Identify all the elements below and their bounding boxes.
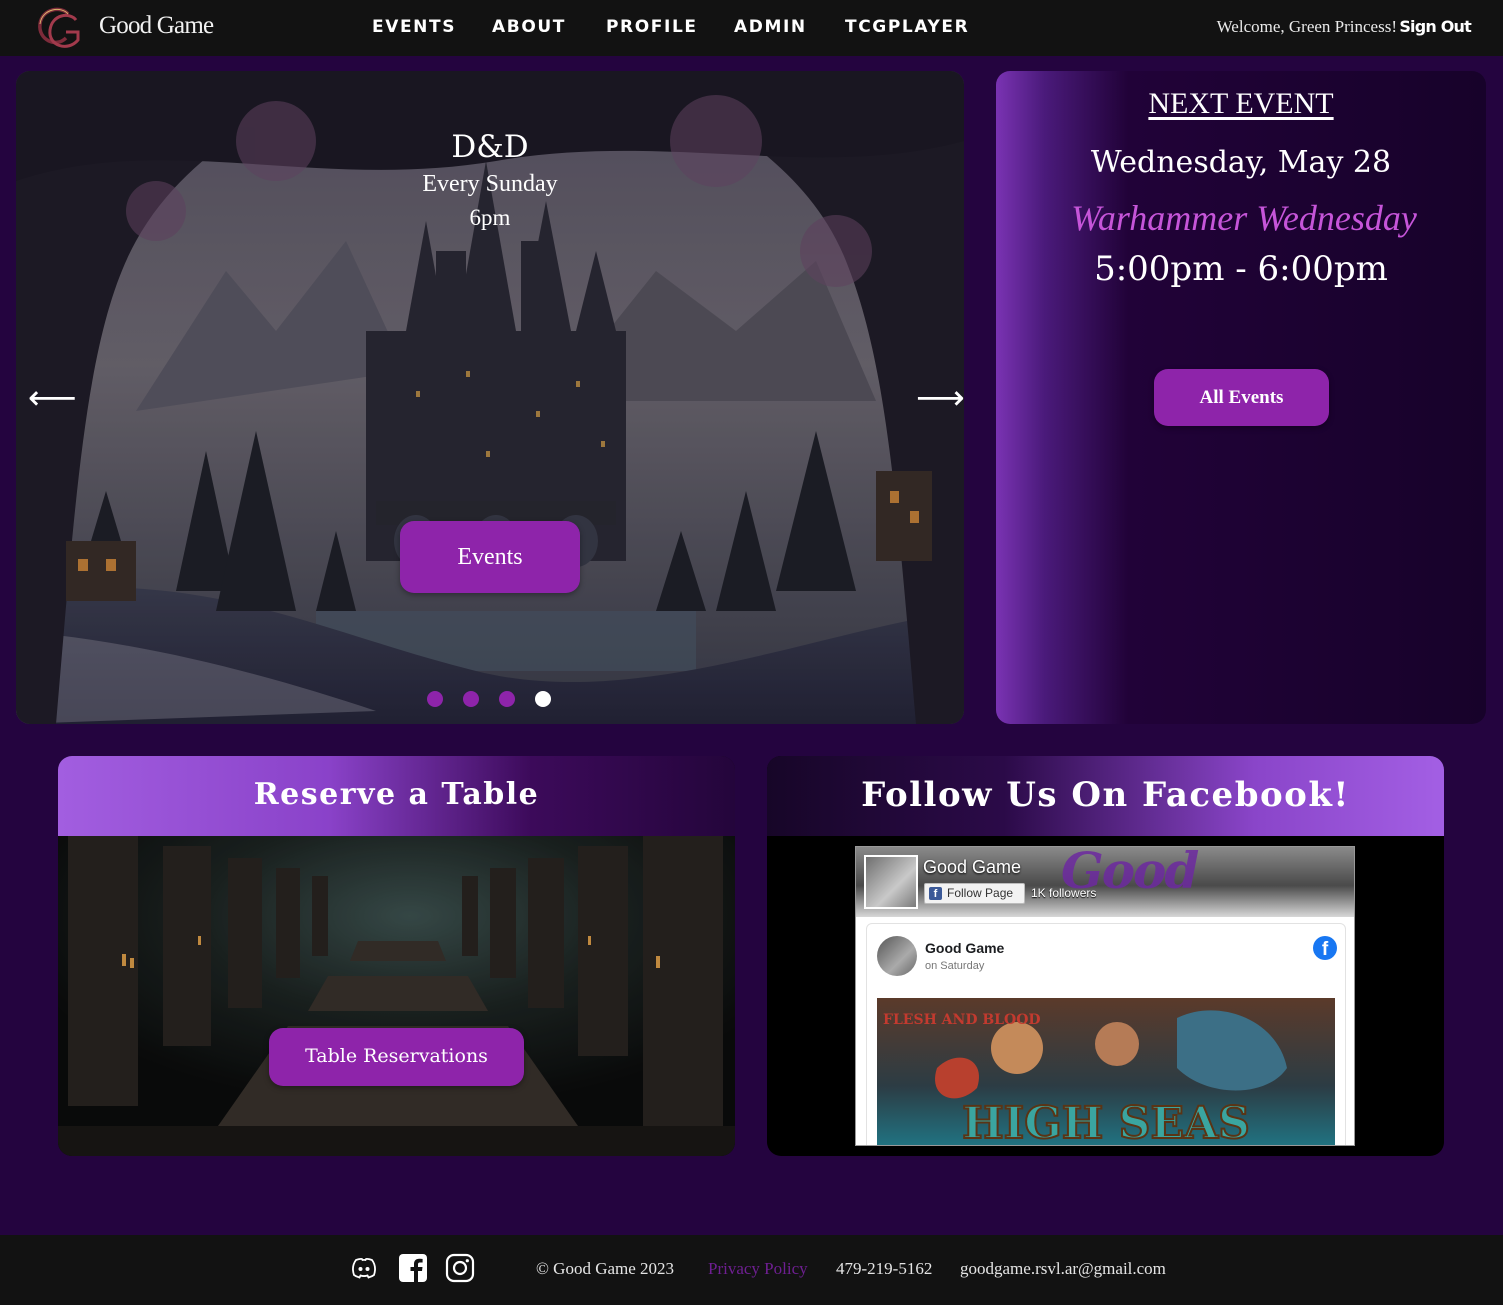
facebook-page-widget[interactable]: Good Good Game f Follow Page 1K follower… <box>855 846 1355 1146</box>
facebook-icon[interactable] <box>398 1253 428 1283</box>
next-event-card: NEXT EVENT Wednesday, May 28 Warhammer W… <box>996 71 1486 724</box>
facebook-small-icon: f <box>929 887 942 900</box>
arrow-right-icon[interactable]: ⟶ <box>916 381 964 415</box>
dungeon-hall-image: Table Reservations <box>58 836 735 1156</box>
arrow-left-icon[interactable]: ⟵ <box>28 381 77 415</box>
followers-count: 1K followers <box>1031 886 1097 900</box>
follow-page-button[interactable]: f Follow Page <box>924 883 1025 904</box>
follow-page-label: Follow Page <box>947 886 1014 900</box>
next-event-name: Warhammer Wednesday <box>1071 198 1417 238</box>
carousel-indicators <box>427 691 551 707</box>
facebook-card-title: Follow Us On Facebook! <box>767 756 1444 836</box>
facebook-card: Follow Us On Facebook! Good Good Game f … <box>767 756 1444 1156</box>
nav-link-tcgplayer[interactable]: TCGPLAYER <box>845 17 969 37</box>
facebook-post: Good Game on Saturday f FLESH AND BLOOD … <box>866 923 1346 1146</box>
carousel-dot-1[interactable] <box>427 691 443 707</box>
navbar: Good Game EVENTS ABOUT PROFILE ADMIN TCG… <box>0 0 1503 56</box>
instagram-icon[interactable] <box>445 1253 475 1283</box>
hero-carousel: D&D Every Sunday 6pm ⟵ ⟶ Events <box>16 71 964 724</box>
post-author[interactable]: Good Game <box>925 940 1004 956</box>
next-event-time: 5:00pm - 6:00pm <box>1094 249 1388 289</box>
events-button[interactable]: Events <box>400 521 580 593</box>
nav-link-about[interactable]: ABOUT <box>492 17 566 37</box>
discord-icon[interactable] <box>349 1253 379 1283</box>
privacy-policy-link[interactable]: Privacy Policy <box>708 1259 808 1279</box>
brand-name[interactable]: Good Game <box>99 12 214 40</box>
table-reservations-button[interactable]: Table Reservations <box>269 1028 524 1086</box>
castle-background-image <box>16 71 964 724</box>
carousel-dot-2[interactable] <box>463 691 479 707</box>
good-game-logo-icon[interactable] <box>34 4 82 52</box>
nav-link-profile[interactable]: PROFILE <box>606 17 698 37</box>
slide-title: D&D <box>451 129 529 165</box>
phone-number[interactable]: 479-219-5162 <box>836 1259 932 1279</box>
carousel-dot-3[interactable] <box>499 691 515 707</box>
welcome-message: Welcome, Green Princess! <box>1216 17 1397 36</box>
post-image-corner-text: FLESH AND BLOOD <box>883 1012 1041 1028</box>
copyright-text: © Good Game 2023 <box>536 1259 675 1278</box>
carousel-dot-4[interactable] <box>535 691 551 707</box>
all-events-button[interactable]: All Events <box>1154 369 1329 426</box>
email-address[interactable]: goodgame.rsvl.ar@gmail.com <box>960 1259 1166 1279</box>
slide-subtitle: Every Sunday <box>422 171 558 197</box>
post-time[interactable]: on Saturday <box>925 960 984 972</box>
sign-out-link[interactable]: Sign Out <box>1399 17 1471 36</box>
post-image-title-text: HIGH SEAS <box>962 1098 1250 1146</box>
facebook-page-thumbnail[interactable] <box>864 855 918 909</box>
facebook-page-name[interactable]: Good Game <box>923 857 1021 878</box>
nav-link-events[interactable]: EVENTS <box>372 17 456 37</box>
next-event-heading: NEXT EVENT <box>1148 87 1334 120</box>
facebook-logo-icon[interactable]: f <box>1313 936 1337 960</box>
reserve-table-card: Reserve a Table Table Reservations <box>58 756 735 1156</box>
post-image[interactable]: FLESH AND BLOOD HIGH SEAS <box>877 998 1335 1146</box>
slide-time: 6pm <box>469 205 511 230</box>
footer: © Good Game 2023 Privacy Policy 479-219-… <box>0 1235 1503 1305</box>
next-event-date: Wednesday, May 28 <box>1090 145 1392 180</box>
nav-link-admin[interactable]: ADMIN <box>734 17 807 37</box>
post-avatar[interactable] <box>877 936 917 976</box>
reserve-table-title: Reserve a Table <box>58 756 735 836</box>
